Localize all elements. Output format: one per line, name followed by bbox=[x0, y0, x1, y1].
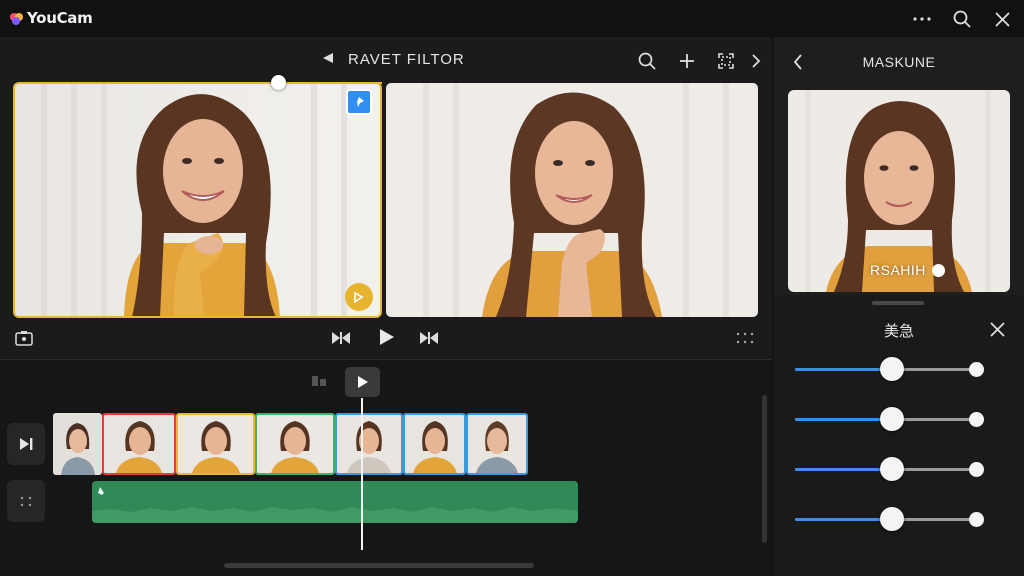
timeline-clip[interactable] bbox=[53, 413, 102, 475]
adjust-slider[interactable] bbox=[795, 356, 984, 382]
play-icon[interactable] bbox=[376, 327, 398, 347]
skip-back-icon[interactable] bbox=[330, 328, 352, 348]
timeline-scrollbar-horizontal[interactable] bbox=[224, 563, 534, 568]
timeline-clip[interactable] bbox=[335, 413, 403, 475]
audio-track[interactable] bbox=[92, 481, 578, 523]
slider-knob[interactable] bbox=[879, 507, 904, 531]
scrub-track[interactable] bbox=[272, 82, 382, 84]
image-marker-dot[interactable] bbox=[932, 264, 945, 277]
grid-icon[interactable] bbox=[734, 328, 756, 348]
editor-title: RAVET FILTOR bbox=[322, 51, 465, 68]
more-options-button[interactable] bbox=[7, 480, 45, 522]
app-name: YouCam bbox=[27, 9, 93, 27]
close-icon[interactable] bbox=[991, 8, 1013, 30]
sheet-grabber[interactable] bbox=[872, 301, 924, 305]
timeline-clip[interactable] bbox=[403, 413, 466, 475]
slider-knob[interactable] bbox=[879, 407, 904, 431]
image-label: RSAHIH bbox=[870, 262, 926, 278]
triangle-left-icon[interactable] bbox=[322, 51, 334, 68]
scrub-knob[interactable] bbox=[271, 75, 286, 90]
more-horizontal-icon[interactable] bbox=[911, 8, 933, 30]
slider-knob[interactable] bbox=[879, 357, 904, 381]
snapshot-icon[interactable] bbox=[14, 328, 34, 348]
editor-header: RAVET FILTOR bbox=[0, 37, 772, 83]
editor-title-text: RAVET FILTOR bbox=[348, 51, 465, 68]
timeline-play-button[interactable] bbox=[345, 367, 380, 397]
audio-marker-icon bbox=[98, 487, 104, 495]
adjust-slider[interactable] bbox=[795, 406, 984, 432]
logo-mark-icon bbox=[10, 11, 24, 25]
adjust-slider[interactable] bbox=[795, 456, 984, 482]
right-panel: MASKUNE RSAHIH 美急 bbox=[774, 37, 1024, 576]
adjust-slider[interactable] bbox=[795, 506, 984, 532]
preview-left[interactable] bbox=[13, 82, 382, 318]
sheet-close-icon[interactable] bbox=[986, 318, 1008, 340]
timeline-clip[interactable] bbox=[176, 413, 255, 475]
title-bar: YouCam bbox=[0, 0, 1024, 37]
wand-icon[interactable] bbox=[345, 283, 373, 311]
playhead[interactable] bbox=[361, 398, 363, 550]
slider-knob[interactable] bbox=[879, 457, 904, 481]
timeline-clip[interactable] bbox=[255, 413, 335, 475]
skip-to-end-button[interactable] bbox=[7, 423, 45, 465]
search-icon[interactable] bbox=[951, 8, 973, 30]
preview-search-icon[interactable] bbox=[636, 50, 658, 72]
plus-icon[interactable] bbox=[676, 50, 698, 72]
timeline-clip[interactable] bbox=[466, 413, 528, 475]
pin-icon[interactable] bbox=[346, 89, 372, 115]
skip-forward-icon[interactable] bbox=[418, 328, 440, 348]
panel-title: MASKUNE bbox=[862, 54, 936, 70]
preview-right[interactable] bbox=[386, 83, 758, 317]
crop-icon[interactable] bbox=[715, 50, 737, 72]
app-logo: YouCam bbox=[10, 9, 93, 27]
chevron-right-icon[interactable] bbox=[745, 50, 767, 72]
clip-split-icon[interactable] bbox=[311, 374, 329, 391]
timeline-scrollbar-vertical[interactable] bbox=[762, 395, 767, 543]
timeline-clip[interactable] bbox=[102, 413, 176, 475]
